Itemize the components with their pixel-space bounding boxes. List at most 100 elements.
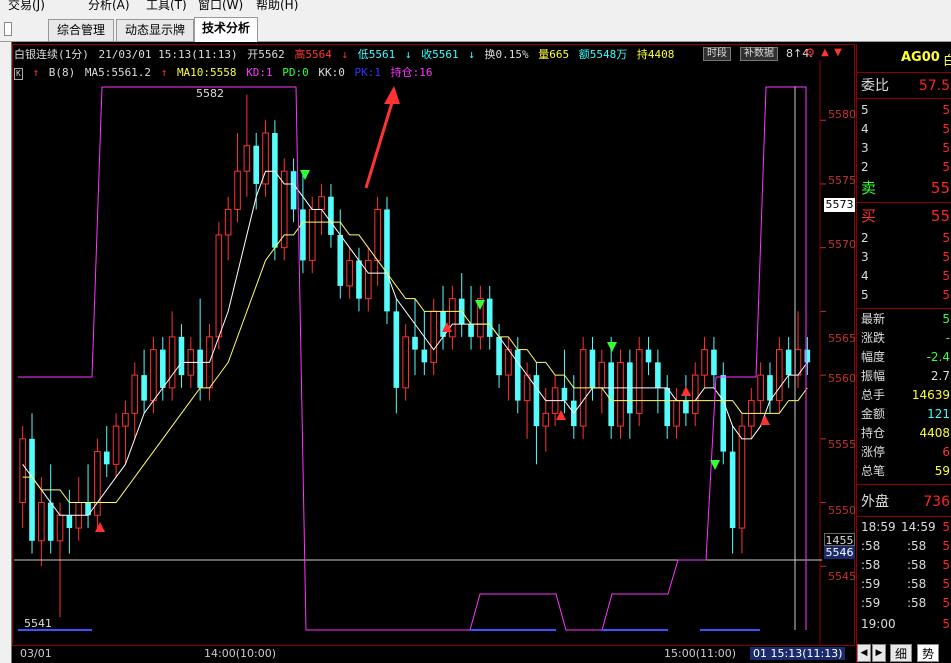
tick-price: 5 (942, 539, 950, 553)
tick-price: 5 (942, 577, 950, 591)
ask-price: 5 (942, 141, 950, 155)
ask-row: 45 (857, 119, 951, 139)
weibi-row: 委比 57.5 (857, 76, 951, 96)
tick-row: :59:58 5 (857, 575, 951, 593)
settings-gear-icon[interactable]: ⚙ (802, 46, 818, 60)
price-tick-label: 5570 (828, 238, 856, 251)
chart-frame[interactable] (12, 44, 855, 647)
supplement-data-button[interactable]: 补数据 (740, 47, 778, 61)
menu-bar: 交易(J) 分析(A) 工具(T) 窗口(W) 帮助(H) (0, 0, 951, 14)
time-axis-mid: 14:00(10:00) (204, 647, 276, 660)
stat-row: 最新 5 (857, 310, 951, 328)
tab-trend[interactable]: 势 (917, 644, 940, 662)
indicator-name: B(8) (48, 66, 76, 79)
turnover-rate: 换0.15% (484, 48, 529, 61)
tab-technical-analysis[interactable]: 技术分析 (194, 17, 258, 42)
down-arrow-icon: ↓ (341, 48, 349, 61)
divider (857, 98, 951, 99)
stat-value: 2.7 (930, 369, 950, 383)
tab-scroll-handle[interactable] (4, 22, 12, 36)
cursor-volume-label: 1455 (824, 533, 855, 547)
tick-price: 5 (942, 520, 950, 534)
tab-detail[interactable]: 细 (890, 644, 913, 662)
time-segment-button[interactable]: 时段 (703, 47, 731, 61)
amount: 额5548万 (578, 48, 628, 61)
weibi-value: 57.5 (918, 78, 950, 94)
stat-value: 5 (942, 312, 950, 326)
price-tick-label: 5580 (828, 108, 856, 121)
stat-value: 14639 (911, 388, 950, 402)
bid-price: 5 (942, 269, 950, 283)
divider (857, 202, 951, 203)
stat-row: 总手 14639 (857, 386, 951, 404)
tick-row: 18:59 14:59 5 (857, 518, 951, 536)
left-scroll-gutter[interactable] (0, 42, 12, 663)
stat-value: 121 (927, 407, 950, 421)
ask-price: 5 (942, 160, 950, 174)
contract-name: 白 (943, 54, 951, 69)
tick-time: :58 (861, 539, 881, 553)
waipan-label: 外盘 (861, 494, 889, 510)
tab-dynamic-board[interactable]: 动态显示牌 (116, 19, 194, 41)
tick-time: :58 (861, 558, 881, 572)
divider (857, 72, 951, 73)
price-tick-label: 5555 (828, 438, 856, 451)
bid-row: 45 (857, 266, 951, 286)
down-arrow-icon: ↓ (468, 48, 475, 61)
ask-row: 55 (857, 100, 951, 120)
tab-overview[interactable]: 综合管理 (48, 19, 114, 41)
current-price-marker: 5573 (824, 198, 855, 212)
up-arrow-icon: ↑ (160, 66, 168, 79)
collapse-up-icon[interactable]: ▲ (819, 46, 831, 60)
pd-value: PD:0 (282, 66, 309, 79)
high-price: 高5564 (294, 48, 332, 61)
price-tick-label: 5545 (828, 570, 856, 583)
menu-item-window[interactable]: 窗口(W) (198, 0, 243, 13)
buy-value: 55 (930, 207, 950, 225)
menu-item-trade[interactable]: 交易(J) (8, 0, 45, 13)
menu-item-help[interactable]: 帮助(H) (256, 0, 298, 13)
stat-label: 幅度 (861, 350, 886, 364)
down-arrow-icon: ↓ (404, 48, 412, 61)
arrow-left-icon[interactable]: ◀ (857, 644, 871, 662)
arrow-right-icon[interactable]: ▶ (872, 644, 886, 662)
kk-value: KK:0 (318, 66, 345, 79)
stat-value: -2.4 (926, 350, 950, 364)
bid-row: 35 (857, 247, 951, 267)
cursor-price-label: 5546 (824, 546, 855, 559)
bid-price: 5 (942, 231, 950, 245)
expand-down-icon[interactable]: ▼ (832, 46, 844, 60)
k-toggle-button[interactable]: K (14, 68, 23, 80)
divider (857, 516, 951, 517)
stat-label: 持仓 (861, 426, 886, 440)
stat-label: 金额 (861, 407, 886, 421)
low-price: 低5561 (357, 48, 396, 61)
tick-time: :59 (861, 596, 881, 610)
price-tick-label: 5575 (828, 174, 856, 187)
stat-value: 6 (942, 445, 950, 459)
close-price: 收5561 (421, 48, 459, 61)
indicator-info-line: K ↑ B(8) MA5:5561.2 ↑ MA10:5558 KD:1 PD:… (14, 64, 436, 80)
bid-level: 5 (861, 288, 869, 302)
bar-datetime: 21/03/01 15:13(11:13) (98, 48, 238, 61)
divider (857, 484, 951, 485)
menu-item-analysis[interactable]: 分析(A) (88, 0, 130, 13)
tick-time2: 14:59 (901, 520, 936, 534)
quote-side-panel: AG00 白 委比 57.5 55 45 35 25 卖 55 买 55 25 35… (856, 44, 951, 663)
sell-value: 55 (930, 179, 950, 197)
stat-row: 持仓 4408 (857, 424, 951, 442)
tick-row: 19:00 5 (857, 615, 951, 633)
bid-level: 4 (861, 269, 869, 283)
menu-item-tools[interactable]: 工具(T) (146, 0, 187, 13)
stat-value: 59 (934, 464, 950, 478)
sell-label: 卖 (861, 179, 877, 197)
stat-label: 总手 (861, 388, 886, 402)
open-price: 开5562 (247, 48, 285, 61)
price-tick-label: 5550 (828, 504, 856, 517)
tick-time2: :58 (907, 539, 927, 553)
bid-row: 55 (857, 285, 951, 305)
stat-value: 4408 (919, 426, 950, 440)
stat-row: 幅度 -2.4 (857, 348, 951, 366)
stat-value: - (945, 331, 950, 345)
bid-level: 2 (861, 231, 869, 245)
